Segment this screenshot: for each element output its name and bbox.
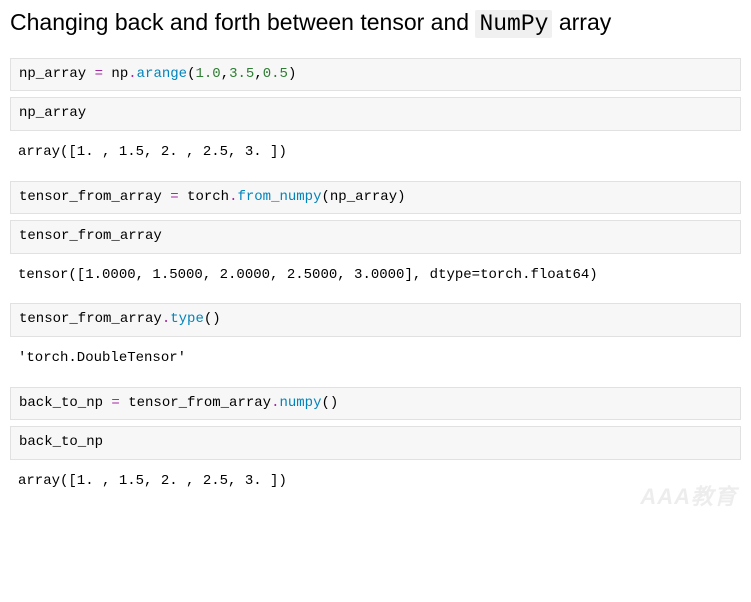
code-token: back_to_np: [19, 434, 103, 450]
code-input-cell: tensor_from_array.type(): [10, 303, 741, 337]
code-token: =: [170, 189, 178, 205]
code-output-cell: array([1. , 1.5, 2. , 2.5, 3. ]): [10, 137, 741, 169]
code-token: (np_array): [321, 189, 405, 205]
page-title: Changing back and forth between tensor a…: [10, 8, 741, 40]
title-highlight: NumPy: [475, 10, 552, 38]
code-token: torch: [179, 189, 229, 205]
code-token: 0.5: [263, 66, 288, 82]
code-output-cell: array([1. , 1.5, 2. , 2.5, 3. ]): [10, 466, 741, 498]
code-token: from_numpy: [237, 189, 321, 205]
code-token: 3.5: [229, 66, 254, 82]
code-token: np: [103, 66, 128, 82]
title-pre: Changing back and forth between tensor a…: [10, 9, 475, 35]
code-token: =: [111, 395, 119, 411]
code-output-cell: tensor([1.0000, 1.5000, 2.0000, 2.5000, …: [10, 260, 741, 292]
code-input-cell: np_array = np.arange(1.0,3.5,0.5): [10, 58, 741, 92]
code-token: (): [204, 311, 221, 327]
code-token: back_to_np: [19, 395, 111, 411]
code-token: ,: [221, 66, 229, 82]
code-input-cell: tensor_from_array = torch.from_numpy(np_…: [10, 181, 741, 215]
code-token: tensor_from_array: [19, 311, 162, 327]
code-token: np_array: [19, 105, 86, 121]
code-token: arange: [137, 66, 187, 82]
code-input-cell: np_array: [10, 97, 741, 131]
code-token: ): [288, 66, 296, 82]
code-token: =: [95, 66, 103, 82]
code-token: (): [321, 395, 338, 411]
title-post: array: [552, 9, 611, 35]
code-token: tensor_from_array: [19, 228, 162, 244]
code-token: .: [162, 311, 170, 327]
code-input-cell: back_to_np: [10, 426, 741, 460]
code-token: numpy: [279, 395, 321, 411]
code-token: tensor_from_array: [120, 395, 271, 411]
code-token: tensor_from_array: [19, 189, 170, 205]
code-token: type: [170, 311, 204, 327]
code-output-cell: 'torch.DoubleTensor': [10, 343, 741, 375]
code-input-cell: tensor_from_array: [10, 220, 741, 254]
notebook-cells: np_array = np.arange(1.0,3.5,0.5)np_arra…: [10, 58, 741, 498]
code-token: ,: [254, 66, 262, 82]
code-token: 1.0: [195, 66, 220, 82]
code-input-cell: back_to_np = tensor_from_array.numpy(): [10, 387, 741, 421]
code-token: np_array: [19, 66, 95, 82]
code-token: .: [128, 66, 136, 82]
